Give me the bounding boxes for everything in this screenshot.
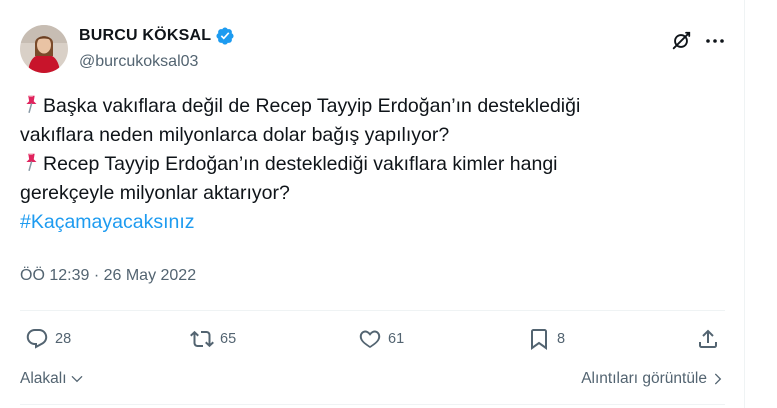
author-handle[interactable]: @burcukoksal03	[79, 52, 235, 72]
view-quotes-label: Alıntıları görüntüle	[581, 370, 707, 387]
divider	[20, 404, 725, 405]
retweet-count: 65	[220, 331, 237, 347]
author-names: BURCU KÖKSAL @burcukoksal03	[79, 26, 235, 72]
reply-icon	[26, 329, 48, 349]
tweet-text-line3: Recep Tayyip Erdoğan’ın desteklediği vak…	[43, 153, 558, 175]
more-options-icon[interactable]	[703, 30, 727, 52]
chevron-right-icon	[715, 373, 722, 385]
tweet-line-3: Recep Tayyip Erdoğan’ın desteklediği vak…	[20, 150, 735, 179]
bookmark-icon	[531, 329, 547, 350]
tweet-text-line2: vakıflara neden milyonlarca dolar bağış …	[20, 124, 450, 146]
avatar[interactable]	[20, 25, 68, 73]
retweet-icon	[190, 330, 214, 348]
view-quotes-link[interactable]: Alıntıları görüntüle	[581, 370, 725, 388]
chevron-down-icon	[71, 376, 82, 383]
hashtag-link[interactable]: #Kaçamayacaksınız	[20, 208, 735, 237]
pushpin-emoji-icon	[20, 151, 42, 173]
retweet-button[interactable]: 65	[190, 326, 236, 352]
share-button[interactable]	[696, 326, 720, 352]
tweet-article: BURCU KÖKSAL @burcukoksal03 Başka vakıfl…	[0, 0, 745, 408]
like-button[interactable]: 61	[358, 326, 404, 352]
divider	[20, 310, 725, 311]
bookmark-button[interactable]: 8	[527, 326, 565, 352]
tweet-actions: 28 65 61 8	[20, 326, 725, 352]
tweet-text-line1: Başka vakıflara değil de Recep Tayyip Er…	[43, 95, 581, 117]
sort-replies-dropdown[interactable]: Alakalı	[20, 370, 84, 388]
pushpin-emoji-icon	[20, 93, 42, 115]
bookmark-count: 8	[557, 331, 566, 347]
reply-count: 28	[55, 331, 72, 347]
tweet-text-line4: gerekçeyle milyonlar aktarıyor?	[20, 182, 290, 204]
tweet-timestamp[interactable]: ÖÖ 12:39 · 26 May 2022	[20, 265, 196, 287]
tweet-header: BURCU KÖKSAL @burcukoksal03	[20, 18, 740, 80]
sort-label: Alakalı	[20, 370, 67, 387]
heart-icon	[359, 330, 381, 348]
tweet-line-1: Başka vakıflara değil de Recep Tayyip Er…	[20, 92, 735, 121]
grok-icon[interactable]	[670, 30, 692, 52]
tweet-text: Başka vakıflara değil de Recep Tayyip Er…	[20, 92, 735, 237]
like-count: 61	[388, 331, 405, 347]
reply-button[interactable]: 28	[25, 326, 71, 352]
tweet-footer: Alakalı Alıntıları görüntüle	[20, 368, 725, 392]
display-name[interactable]: BURCU KÖKSAL	[79, 26, 211, 46]
share-icon	[699, 329, 717, 348]
avatar-photo	[20, 25, 68, 73]
scrollbar-track[interactable]	[745, 0, 777, 408]
verified-badge-icon[interactable]	[215, 26, 235, 46]
name-row: BURCU KÖKSAL	[79, 26, 235, 46]
